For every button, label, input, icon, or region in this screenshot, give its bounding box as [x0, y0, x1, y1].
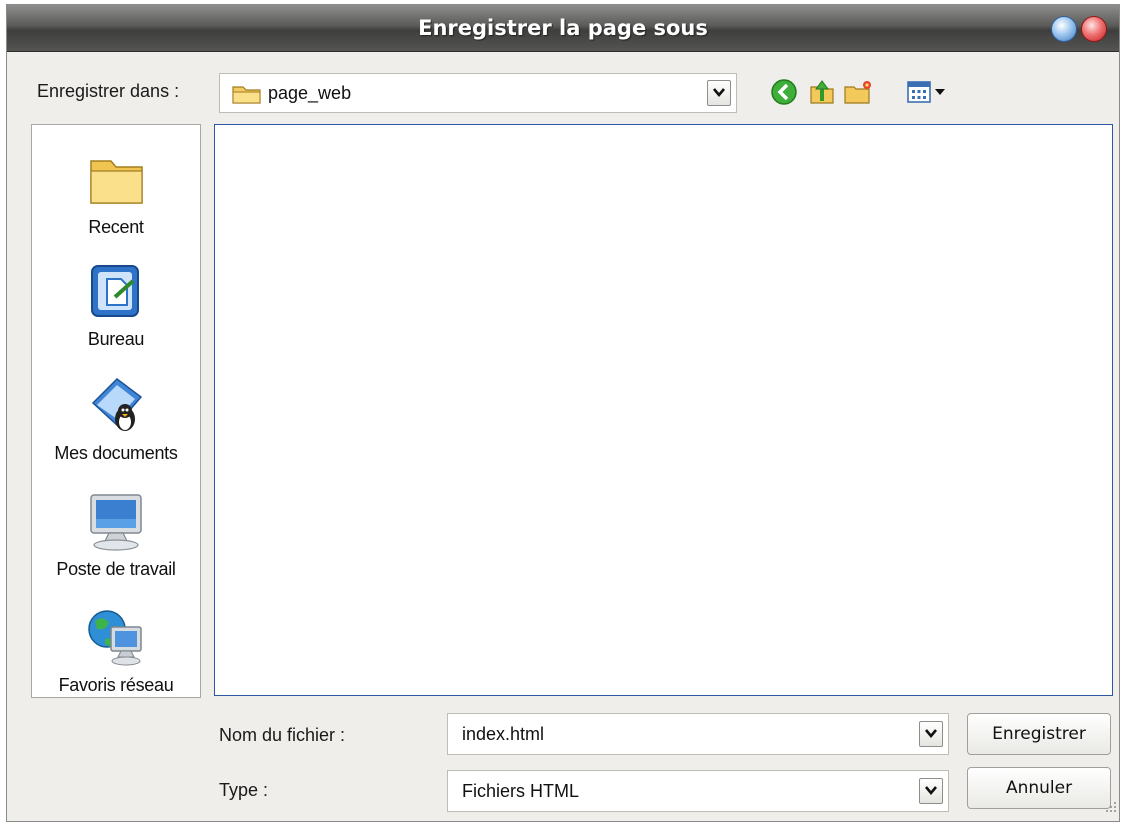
place-my-computer[interactable]: Poste de travail: [32, 489, 200, 580]
save-in-label: Enregistrer dans :: [37, 81, 180, 101]
file-type-value: Fichiers HTML: [462, 781, 580, 801]
place-recent[interactable]: Recent: [32, 147, 200, 238]
chevron-down-icon[interactable]: [919, 778, 943, 804]
up-folder-icon[interactable]: [807, 77, 837, 107]
file-list[interactable]: [214, 124, 1113, 696]
my-documents-icon: [83, 373, 149, 439]
chevron-down-icon[interactable]: [707, 80, 731, 106]
places-bar: Recent Bureau Mes documents Poste de tra…: [31, 124, 201, 698]
save-dialog: Enregistrer la page sous Enregistrer dan…: [6, 4, 1120, 822]
back-arrow-icon[interactable]: [769, 77, 799, 107]
place-label: Favoris réseau: [58, 675, 174, 695]
filename-label: Nom du fichier :: [219, 725, 346, 745]
place-label: Bureau: [87, 329, 145, 349]
save-in-dropdown[interactable]: page_web: [219, 73, 737, 113]
current-folder-text: page_web: [268, 83, 352, 103]
place-label: Mes documents: [54, 443, 178, 463]
my-computer-icon: [83, 489, 149, 555]
save-button[interactable]: Enregistrer: [967, 713, 1111, 755]
recent-folder-icon: [83, 147, 149, 213]
network-places-icon: [83, 605, 149, 671]
type-label: Type :: [219, 780, 269, 800]
place-network[interactable]: Favoris réseau: [32, 605, 200, 696]
filename-field[interactable]: index.html: [447, 713, 949, 755]
place-desktop[interactable]: Bureau: [32, 259, 200, 350]
place-my-documents[interactable]: Mes documents: [32, 373, 200, 464]
file-type-dropdown[interactable]: Fichiers HTML: [447, 770, 949, 812]
cancel-button[interactable]: Annuler: [967, 767, 1111, 809]
filename-value: index.html: [462, 724, 545, 744]
desktop-icon: [83, 259, 149, 325]
dialog-title: Enregistrer la page sous: [418, 16, 708, 40]
view-menu-icon[interactable]: [905, 77, 961, 107]
minimize-button[interactable]: [1051, 16, 1077, 42]
resize-grip-icon[interactable]: [1103, 800, 1117, 819]
place-label: Poste de travail: [56, 559, 176, 579]
close-button[interactable]: [1081, 16, 1107, 42]
new-folder-icon[interactable]: [843, 77, 873, 107]
place-label: Recent: [88, 217, 144, 237]
chevron-down-icon[interactable]: [919, 721, 943, 747]
folder-icon: [232, 83, 262, 110]
title-bar[interactable]: Enregistrer la page sous: [7, 5, 1119, 52]
